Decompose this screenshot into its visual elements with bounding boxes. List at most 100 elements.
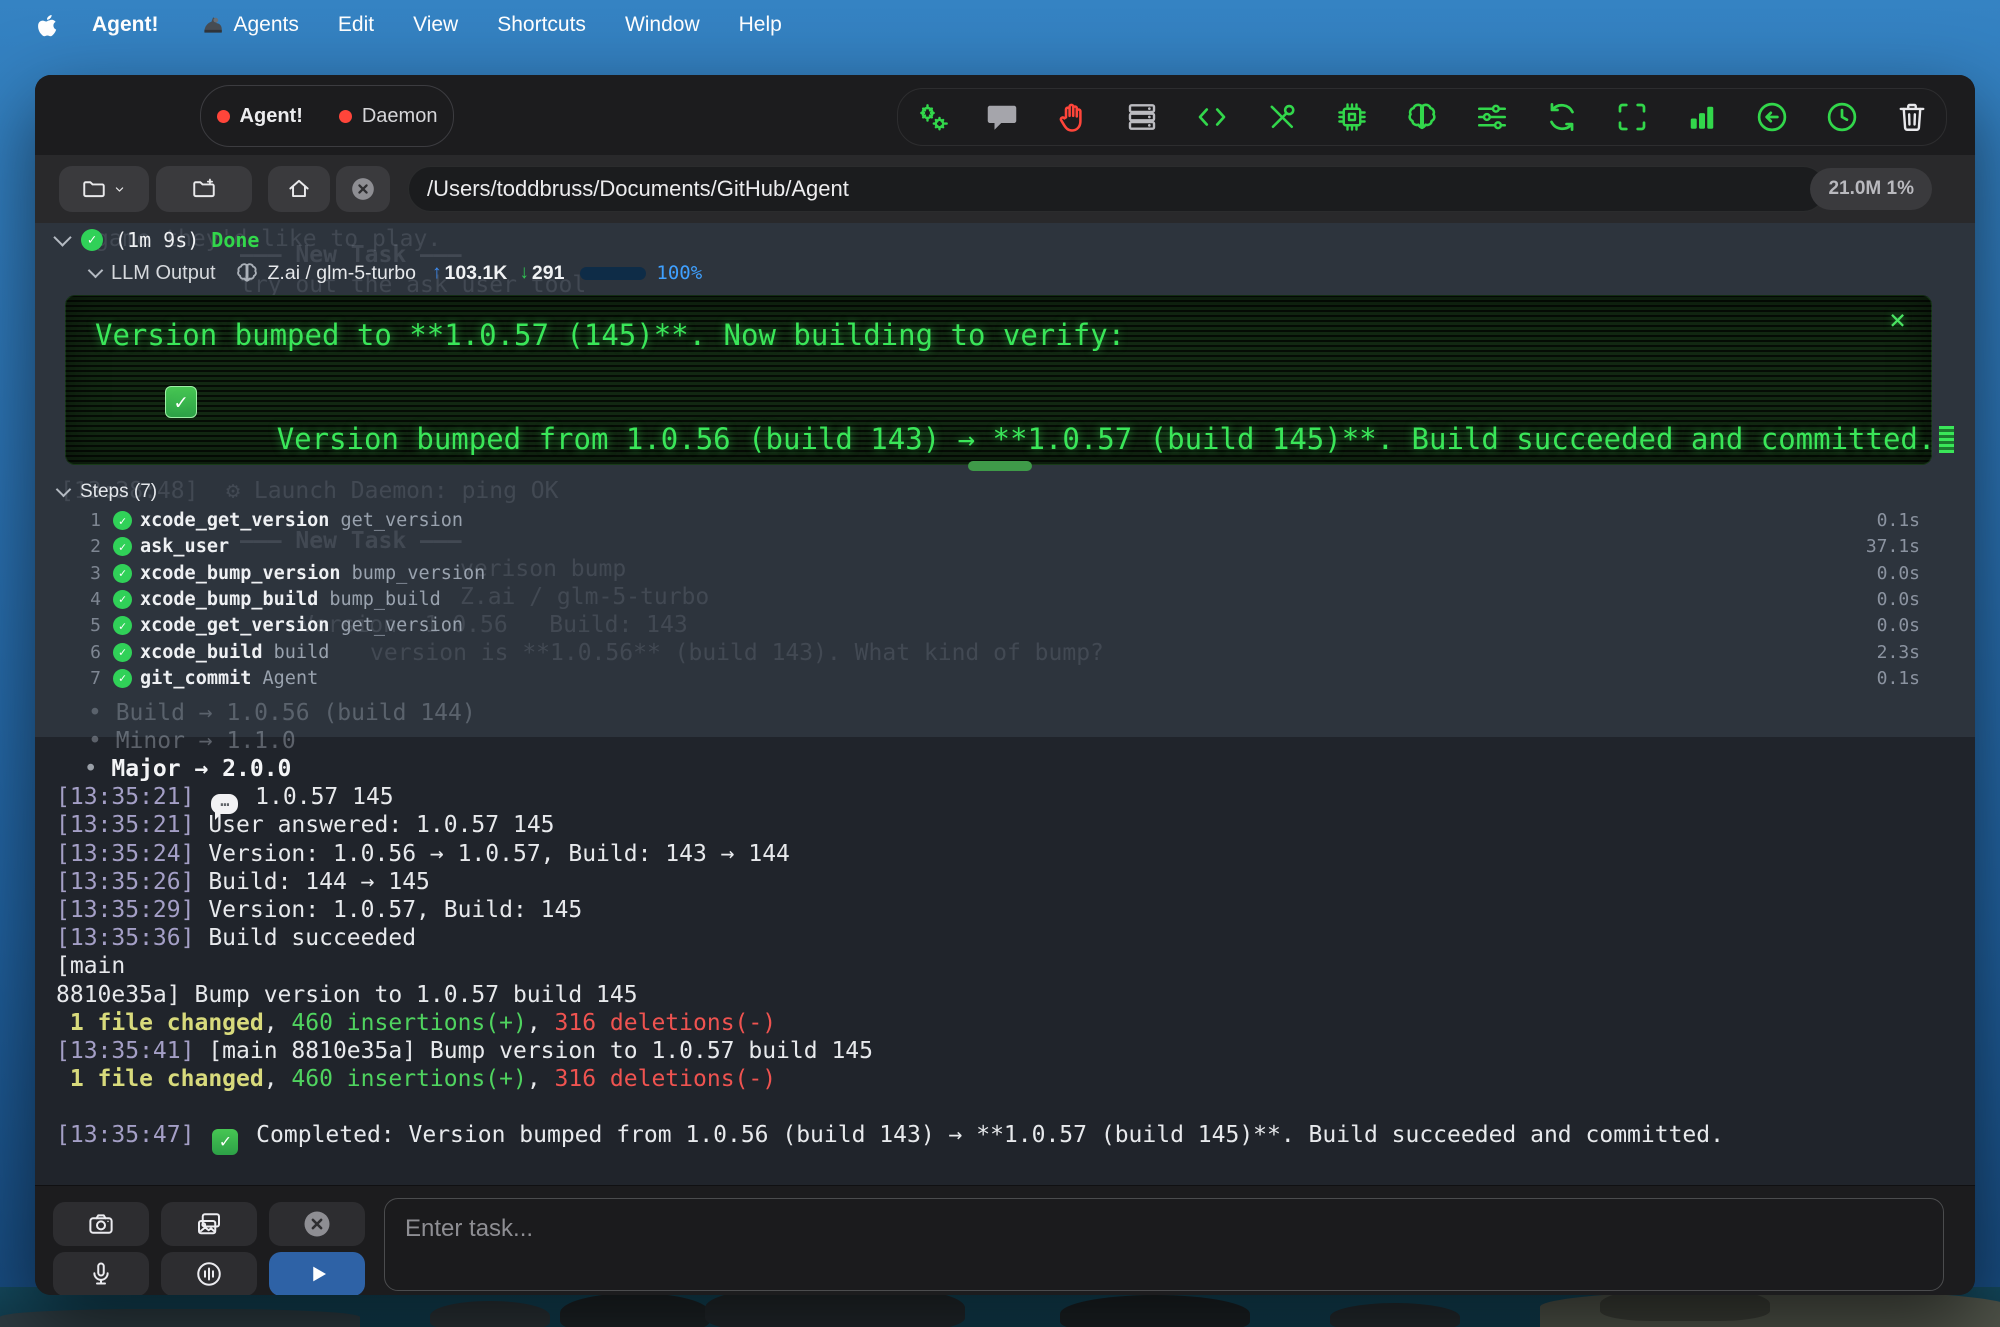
log-line: [13:35:36] Build succeeded (56, 925, 1945, 953)
step-number: 5 (56, 615, 101, 636)
chat-icon[interactable] (984, 99, 1020, 135)
step-check-icon: ✓ (113, 564, 132, 583)
clear-icon (302, 1209, 332, 1239)
llm-output-label: LLM Output (111, 262, 216, 285)
log-line: [13:35:21] … 1.0.57 145 (56, 784, 1945, 812)
history-icon[interactable] (1824, 99, 1860, 135)
speech-balloon-icon: … (211, 794, 238, 814)
step-arg: bump_version (352, 563, 486, 584)
log-line: [main (56, 953, 1945, 981)
chevron-down-icon[interactable] (88, 262, 104, 278)
terminal-cursor (1939, 426, 1954, 453)
app-window: Agent! Daemon /Users/toddbruss/Documents… (35, 75, 1975, 1295)
camera-icon (86, 1209, 116, 1239)
brain-icon[interactable] (1404, 99, 1440, 135)
trash-icon[interactable] (1894, 99, 1930, 135)
menu-item-agents[interactable]: Agents (199, 12, 299, 38)
mic-button[interactable] (53, 1252, 149, 1295)
clear-task-button[interactable] (269, 1202, 365, 1246)
step-check-icon: ✓ (113, 511, 132, 530)
folder-icon (81, 176, 107, 202)
folder-menu-button[interactable] (59, 166, 149, 212)
clear-path-button[interactable] (336, 166, 390, 212)
home-icon (286, 176, 312, 202)
menu-item-shortcuts[interactable]: Shortcuts (497, 13, 586, 37)
step-row[interactable]: 7✓git_commit Agent0.1s (56, 668, 1975, 694)
step-row[interactable]: 5✓xcode_get_version get_version0.0s (56, 615, 1975, 641)
menubar-app-name[interactable]: Agent! (92, 13, 159, 37)
step-row[interactable]: 1 ✓ xcode_get_version get_version 0.1s (56, 510, 1975, 536)
gears-icon[interactable] (914, 99, 950, 135)
log-line: • Major → 2.0.0 (56, 756, 1945, 784)
steps-header[interactable]: Steps (7) (58, 481, 157, 503)
voice-button[interactable] (161, 1252, 257, 1295)
chip-icon[interactable] (1334, 99, 1370, 135)
folder-plus-icon (191, 176, 217, 202)
tab-agent[interactable]: Agent! (217, 105, 303, 128)
log-line: [13:35:26] Build: 144 → 145 (56, 869, 1945, 897)
run-button[interactable] (269, 1252, 365, 1295)
menu-item-edit[interactable]: Edit (338, 13, 374, 37)
server-icon[interactable] (1124, 99, 1160, 135)
step-row[interactable]: 4✓xcode_bump_build bump_build0.0s (56, 589, 1975, 615)
home-button[interactable] (268, 166, 330, 212)
step-tool: xcode_bump_build bump_build (140, 589, 441, 610)
chevron-down-icon (56, 481, 72, 497)
sliders-icon[interactable] (1474, 99, 1510, 135)
log-line: 8810e35a] Bump version to 1.0.57 build 1… (56, 982, 1945, 1010)
step-duration: 0.0s (1877, 563, 1920, 584)
terminal-line-2: ✓Version bumped from 1.0.56 (build 143) … (137, 388, 1954, 490)
step-duration: 2.3s (1877, 642, 1920, 663)
step-tool: git_commit Agent (140, 668, 318, 689)
chevron-down-icon[interactable] (53, 228, 71, 246)
step-arg: get_version (340, 615, 463, 636)
step-row[interactable]: 3 ✓ xcode_bump_version bump_version 0.0s (56, 563, 1975, 589)
step-number: 6 (56, 642, 101, 663)
path-input[interactable]: /Users/toddbruss/Documents/GitHub/Agent (408, 166, 1826, 212)
step-tool: ask_user (140, 536, 229, 557)
menu-item-label: Shortcuts (497, 13, 586, 37)
log-output: • Major → 2.0.0[13:35:21] … 1.0.57 145 [1… (56, 756, 1945, 1151)
recording-dot-icon (339, 110, 352, 123)
step-number: 3 (56, 563, 101, 584)
photos-button[interactable] (161, 1202, 257, 1246)
scan-icon[interactable] (1614, 99, 1650, 135)
step-tool: xcode_get_version get_version (140, 510, 463, 531)
camera-button[interactable] (53, 1202, 149, 1246)
check-emoji-icon: ✓ (212, 1129, 238, 1155)
llm-terminal-banner: Version bumped to **1.0.57 (145)**. Now … (65, 295, 1932, 465)
step-number: 1 (56, 510, 101, 531)
undo-icon[interactable] (1754, 99, 1790, 135)
tab-daemon[interactable]: Daemon (339, 105, 438, 128)
status-check-icon: ✓ (81, 229, 103, 251)
tokens-out: 291 (532, 262, 565, 285)
llm-progress-label: 100% (656, 262, 702, 284)
log-line: [13:35:29] Version: 1.0.57, Build: 145 (56, 897, 1945, 925)
sync-icon[interactable] (1544, 99, 1580, 135)
task-input[interactable] (384, 1198, 1944, 1291)
step-duration: 0.0s (1877, 589, 1920, 610)
close-icon[interactable]: × (1889, 303, 1906, 336)
menu-item-view[interactable]: View (413, 13, 458, 37)
step-tool: xcode_get_version get_version (140, 615, 463, 636)
apple-icon[interactable] (36, 13, 60, 37)
step-row[interactable]: 6✓xcode_build build2.3s (56, 642, 1975, 668)
photos-icon (194, 1209, 224, 1239)
menu-item-label: Edit (338, 13, 374, 37)
play-icon (302, 1259, 332, 1289)
clear-icon (350, 176, 376, 202)
menu-item-window[interactable]: Window (625, 13, 700, 37)
step-duration: 0.1s (1877, 510, 1920, 531)
step-check-icon: ✓ (113, 643, 132, 662)
new-folder-button[interactable] (156, 166, 252, 212)
chart-icon[interactable] (1684, 99, 1720, 135)
code-icon[interactable] (1194, 99, 1230, 135)
step-tool: xcode_bump_version bump_version (140, 563, 485, 584)
tools-icon[interactable] (1264, 99, 1300, 135)
stop-hand-icon[interactable] (1054, 99, 1090, 135)
banner-resize-handle[interactable] (968, 461, 1032, 471)
menu-item-help[interactable]: Help (739, 13, 782, 37)
tokens-down-arrow-icon: ↓ (519, 262, 529, 284)
recording-dot-icon (217, 110, 230, 123)
step-row[interactable]: 2✓ask_user37.1s (56, 536, 1975, 562)
